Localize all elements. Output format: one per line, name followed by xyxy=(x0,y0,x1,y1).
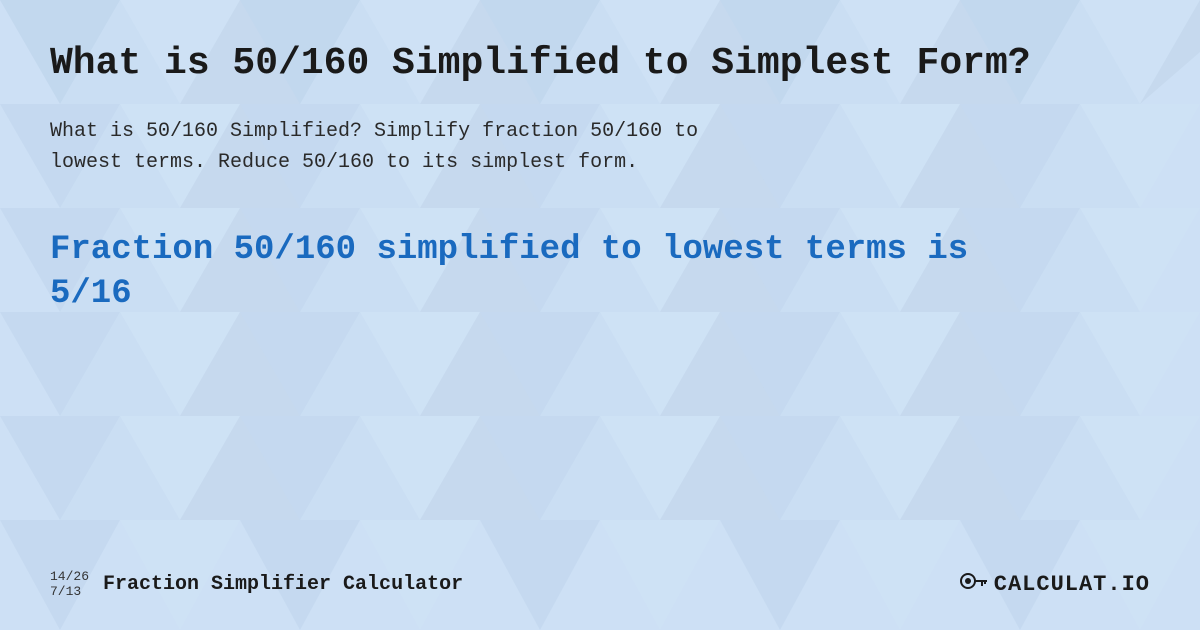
page-title: What is 50/160 Simplified to Simplest Fo… xyxy=(50,40,1150,88)
logo: CALCULAT.IO xyxy=(960,570,1150,599)
footer-fractions: 14/26 7/13 xyxy=(50,569,89,600)
footer-left: 14/26 7/13 Fraction Simplifier Calculato… xyxy=(50,569,463,600)
footer-site-title: Fraction Simplifier Calculator xyxy=(103,573,463,596)
logo-label: CALCULAT.IO xyxy=(994,572,1150,597)
result-heading: Fraction 50/160 simplified to lowest ter… xyxy=(50,228,1150,316)
footer-fraction-bottom: 7/13 xyxy=(50,584,89,600)
description-text: What is 50/160 Simplified? Simplify frac… xyxy=(50,116,1150,178)
footer-fraction-top: 14/26 xyxy=(50,569,89,585)
logo-icon xyxy=(960,570,988,599)
footer: 14/26 7/13 Fraction Simplifier Calculato… xyxy=(50,569,1150,600)
